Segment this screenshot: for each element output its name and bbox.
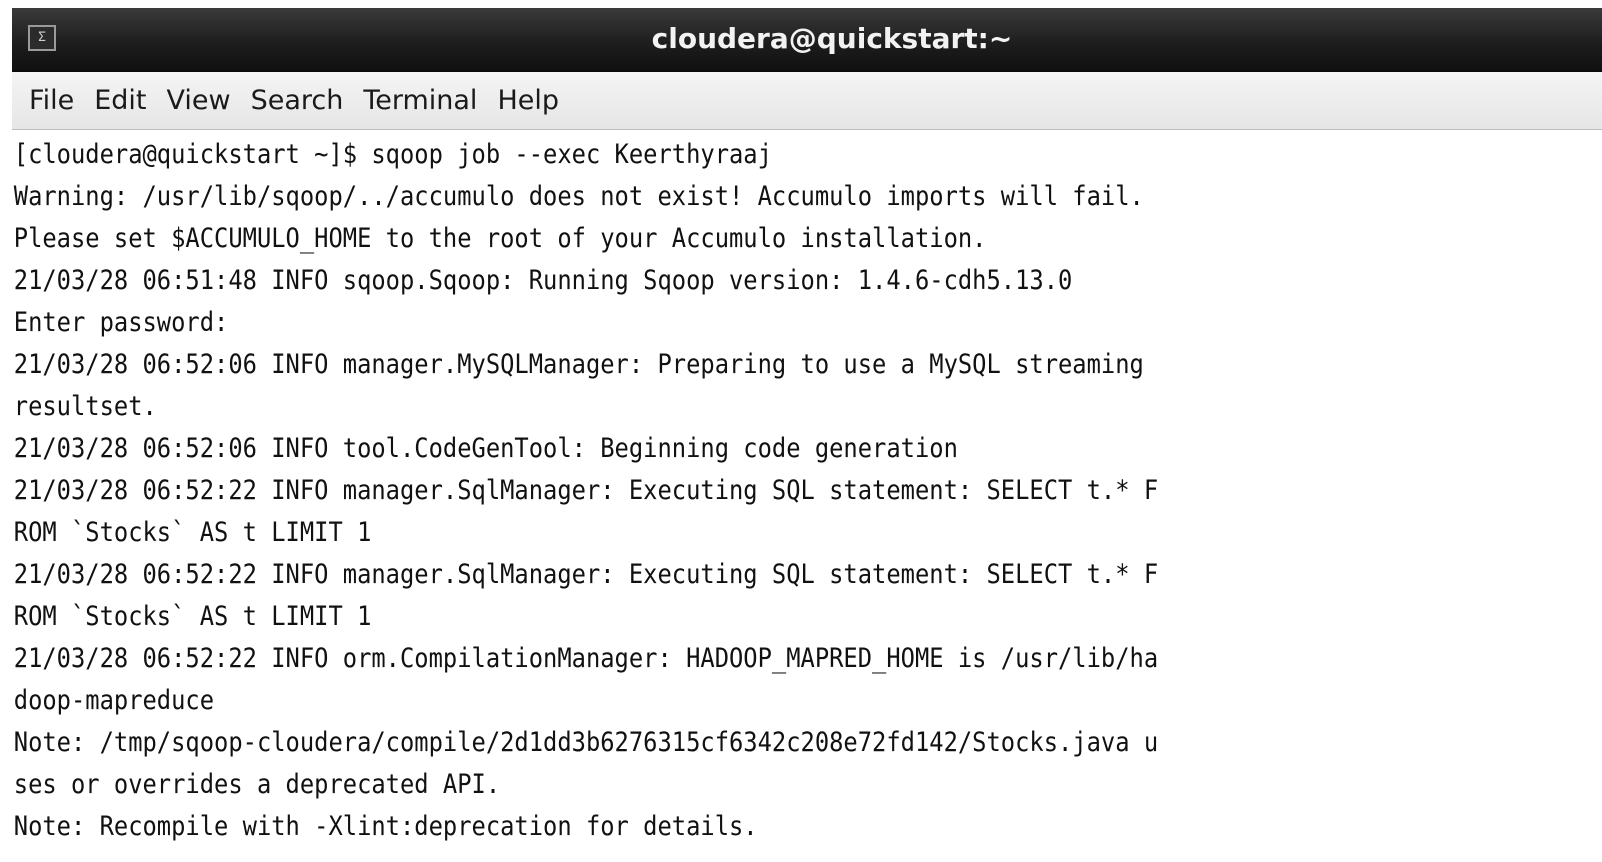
terminal-line: ses or overrides a deprecated API. — [13, 769, 501, 800]
title-bar[interactable]: Σ cloudera@quickstart:~ — [12, 8, 1602, 72]
terminal-line: [cloudera@quickstart ~]$ sqoop job --exe… — [13, 139, 772, 170]
terminal-line: Warning: /usr/lib/sqoop/../accumulo does… — [13, 181, 1144, 212]
terminal-line: Note: Recompile with -Xlint:deprecation … — [13, 811, 758, 842]
terminal-window: Σ cloudera@quickstart:~ File Edit View S… — [12, 8, 1602, 862]
terminal-line: 21/03/28 06:52:22 INFO orm.CompilationMa… — [13, 643, 1159, 674]
menu-terminal[interactable]: Terminal — [354, 81, 486, 120]
terminal-line: resultset. — [13, 391, 157, 422]
menu-view[interactable]: View — [157, 81, 239, 120]
terminal-line: Note: /tmp/sqoop-cloudera/compile/2d1dd3… — [13, 727, 1159, 758]
menu-edit[interactable]: Edit — [85, 81, 155, 120]
terminal-output[interactable]: [cloudera@quickstart ~]$ sqoop job --exe… — [12, 134, 1602, 862]
terminal-line: ROM `Stocks` AS t LIMIT 1 — [13, 517, 372, 548]
terminal-line: 21/03/28 06:51:48 INFO sqoop.Sqoop: Runn… — [13, 265, 1073, 296]
menu-bar: File Edit View Search Terminal Help — [12, 72, 1602, 130]
menu-file[interactable]: File — [20, 81, 83, 120]
window-title: cloudera@quickstart:~ — [651, 22, 1013, 55]
menu-help[interactable]: Help — [488, 81, 568, 120]
terminal-line: 21/03/28 06:52:06 INFO tool.CodeGenTool:… — [13, 433, 958, 464]
terminal-line: doop-mapreduce — [13, 685, 215, 716]
terminal-line: Please set $ACCUMULO_HOME to the root of… — [13, 223, 987, 254]
menu-search[interactable]: Search — [242, 81, 353, 120]
terminal-line: 21/03/28 06:52:22 INFO manager.SqlManage… — [13, 559, 1159, 590]
terminal-line: ROM `Stocks` AS t LIMIT 1 — [13, 601, 372, 632]
terminal-line: 21/03/28 06:52:06 INFO manager.MySQLMana… — [13, 349, 1144, 380]
terminal-line: 21/03/28 06:52:22 INFO manager.SqlManage… — [13, 475, 1159, 506]
terminal-line: Enter password: — [13, 307, 229, 338]
